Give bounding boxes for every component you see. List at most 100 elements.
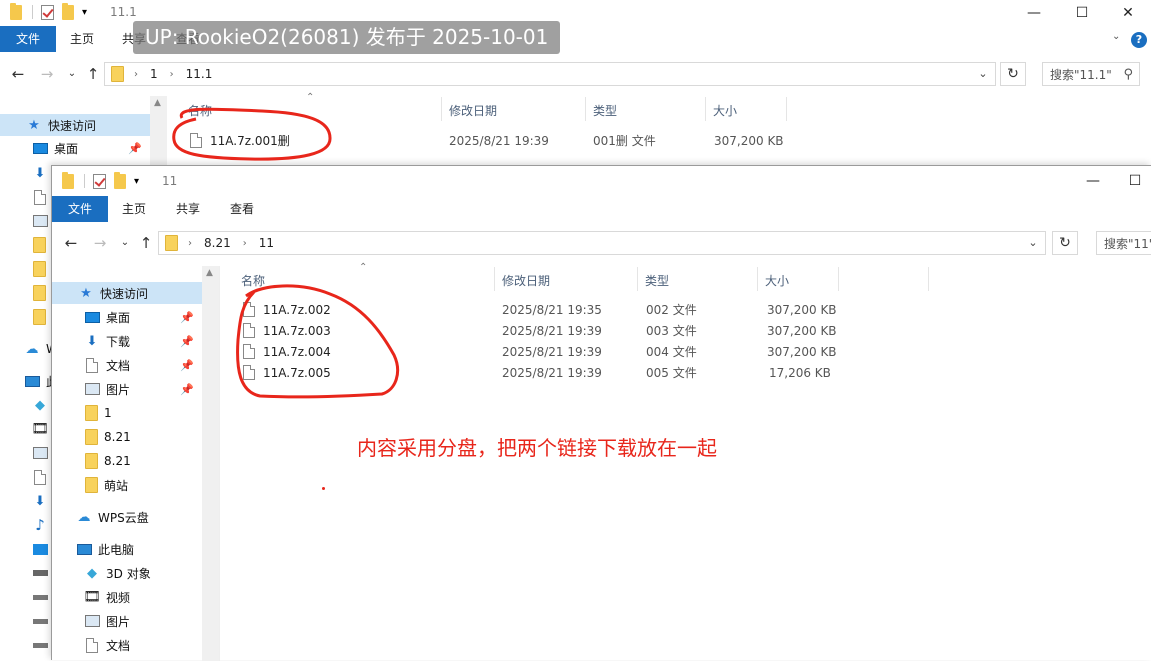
- sidebar-item-folder[interactable]: 萌站: [52, 474, 128, 496]
- drive-icon: [0, 610, 54, 632]
- properties-icon[interactable]: [93, 173, 106, 189]
- help-icon[interactable]: ?: [1131, 32, 1147, 48]
- column-header-size[interactable]: 大小: [713, 97, 785, 123]
- sidebar-item-quick-access[interactable]: ★ 快速访问: [0, 114, 150, 136]
- file-row[interactable]: 11A.7z.004 2025/8/21 19:39 004 文件 307,20…: [243, 341, 843, 362]
- sidebar-label: 此电脑: [98, 542, 135, 557]
- sidebar-item-desktop[interactable]: 桌面 📌: [52, 306, 202, 328]
- file-icon: [243, 323, 255, 338]
- new-folder-icon[interactable]: [114, 171, 126, 189]
- breadcrumb-item[interactable]: 11: [259, 236, 274, 250]
- sidebar-item-folder[interactable]: 1: [52, 402, 112, 424]
- address-bar[interactable]: › 8.21 › 11: [158, 231, 1046, 255]
- sidebar-item-downloads[interactable]: ⬇ 下载 📌: [52, 330, 202, 352]
- up-arrow-icon[interactable]: ↑: [137, 234, 155, 252]
- file-size: 307,200 KB: [767, 323, 837, 338]
- breadcrumb-item[interactable]: 11.1: [186, 67, 213, 81]
- back-arrow-icon[interactable]: ←: [62, 234, 80, 252]
- folder-icon: [85, 477, 98, 493]
- properties-icon[interactable]: [41, 4, 54, 20]
- file-row[interactable]: 11A.7z.001删 2025/8/21 19:39 001删 文件 307,…: [190, 130, 790, 151]
- sidebar-item-videos[interactable]: 🎞 视频: [52, 586, 130, 608]
- sidebar-item-pictures[interactable]: 图片 📌: [52, 378, 202, 400]
- folder-icon: [85, 405, 98, 421]
- close-button[interactable]: ✕: [1105, 0, 1151, 25]
- forward-arrow-icon[interactable]: →: [91, 234, 109, 252]
- front-quick-access-toolbar: ▾: [62, 171, 139, 189]
- video-icon: 🎞: [83, 589, 101, 605]
- breadcrumb-item[interactable]: 1: [150, 67, 158, 81]
- column-header-name[interactable]: 名称: [241, 267, 491, 293]
- column-header-type[interactable]: 类型: [593, 97, 703, 123]
- column-header-type[interactable]: 类型: [645, 267, 755, 293]
- sidebar-item-wps[interactable]: ☁ W: [0, 338, 58, 360]
- new-folder-icon[interactable]: [62, 2, 74, 20]
- picture-icon: [0, 210, 54, 232]
- chevron-right-icon: ›: [188, 237, 192, 249]
- column-header-date[interactable]: 修改日期: [449, 97, 585, 123]
- address-bar[interactable]: › 1 › 11.1: [104, 62, 996, 86]
- tab-file[interactable]: 文件: [0, 26, 56, 52]
- column-header-date[interactable]: 修改日期: [502, 267, 638, 293]
- minimize-button[interactable]: —: [1011, 0, 1057, 25]
- document-icon: [0, 466, 54, 488]
- back-sidebar-scrollbar[interactable]: ▲: [150, 96, 167, 166]
- drive-icon: [0, 634, 54, 656]
- customize-toolbar-icon[interactable]: ▾: [134, 176, 139, 187]
- recent-locations-icon[interactable]: ⌄: [116, 237, 134, 248]
- tab-file[interactable]: 文件: [52, 196, 108, 222]
- tab-share[interactable]: 共享: [168, 196, 208, 222]
- tab-home[interactable]: 主页: [62, 26, 102, 52]
- folder-icon: [165, 235, 178, 251]
- file-type: 003 文件: [646, 324, 697, 338]
- maximize-button[interactable]: ☐: [1059, 0, 1105, 25]
- pin-icon: 📌: [180, 334, 194, 348]
- tab-view[interactable]: 查看: [222, 196, 262, 222]
- file-size: 17,206 KB: [769, 365, 831, 380]
- file-name: 11A.7z.002: [263, 302, 331, 317]
- sidebar-item-this-pc[interactable]: 此: [0, 370, 58, 392]
- sidebar-item-quick-access[interactable]: ★ 快速访问: [52, 282, 202, 304]
- sidebar-item-documents[interactable]: 文档 📌: [52, 354, 202, 376]
- desktop-icon: [84, 309, 100, 325]
- sidebar-label: 下载: [106, 334, 131, 349]
- search-input[interactable]: 搜索"11": [1096, 231, 1151, 255]
- sidebar-item-wps[interactable]: ☁ WPS云盘: [52, 506, 149, 528]
- sidebar-item-pc-documents[interactable]: 文档: [52, 634, 130, 656]
- sidebar-item-folder[interactable]: 8.21: [52, 426, 131, 448]
- file-row[interactable]: 11A.7z.005 2025/8/21 19:39 005 文件 17,206…: [243, 362, 843, 383]
- tab-home[interactable]: 主页: [114, 196, 154, 222]
- breadcrumb-item[interactable]: 8.21: [204, 236, 231, 250]
- folder-icon: [0, 258, 46, 280]
- expand-ribbon-icon[interactable]: ⌄: [1112, 31, 1120, 42]
- sidebar-item-pc-pictures[interactable]: 图片: [52, 610, 130, 632]
- refresh-button[interactable]: ↻: [1000, 62, 1026, 86]
- sidebar-item-desktop[interactable]: 桌面 📌: [0, 137, 150, 159]
- file-row[interactable]: 11A.7z.002 2025/8/21 19:35 002 文件 307,20…: [243, 299, 843, 320]
- minimize-button[interactable]: —: [1070, 168, 1116, 193]
- column-header-name[interactable]: 名称: [188, 97, 438, 123]
- pin-icon: 📌: [180, 358, 194, 372]
- refresh-button[interactable]: ↻: [1052, 231, 1078, 255]
- address-dropdown-icon[interactable]: ⌄: [973, 63, 993, 85]
- forward-arrow-icon[interactable]: →: [38, 65, 56, 83]
- customize-toolbar-icon[interactable]: ▾: [82, 7, 87, 18]
- address-dropdown-icon[interactable]: ⌄: [1023, 232, 1043, 254]
- sidebar-label: 文档: [106, 638, 131, 653]
- sidebar-item-folder[interactable]: 8.21: [52, 450, 131, 472]
- document-icon: [84, 357, 100, 373]
- computer-icon: [76, 541, 92, 557]
- front-sidebar-scrollbar[interactable]: ▲: [202, 266, 219, 661]
- recent-locations-icon[interactable]: ⌄: [63, 68, 81, 79]
- up-arrow-icon[interactable]: ↑: [84, 65, 102, 83]
- column-header-size[interactable]: 大小: [765, 267, 837, 293]
- maximize-button[interactable]: ☐: [1112, 168, 1151, 193]
- back-address-bar-row: ← → ⌄ ↑ › 1 › 11.1 ⌄ ↻ 搜索"11.1" ⚲: [0, 57, 1151, 91]
- search-input[interactable]: 搜索"11.1" ⚲: [1042, 62, 1140, 86]
- file-date: 2025/8/21 19:39: [449, 133, 549, 148]
- sidebar-item-3d-objects[interactable]: ◆ 3D 对象: [52, 562, 151, 584]
- sidebar-item-this-pc[interactable]: 此电脑: [52, 538, 134, 560]
- sidebar-label: 桌面: [106, 310, 131, 325]
- file-row[interactable]: 11A.7z.003 2025/8/21 19:39 003 文件 307,20…: [243, 320, 843, 341]
- back-arrow-icon[interactable]: ←: [9, 65, 27, 83]
